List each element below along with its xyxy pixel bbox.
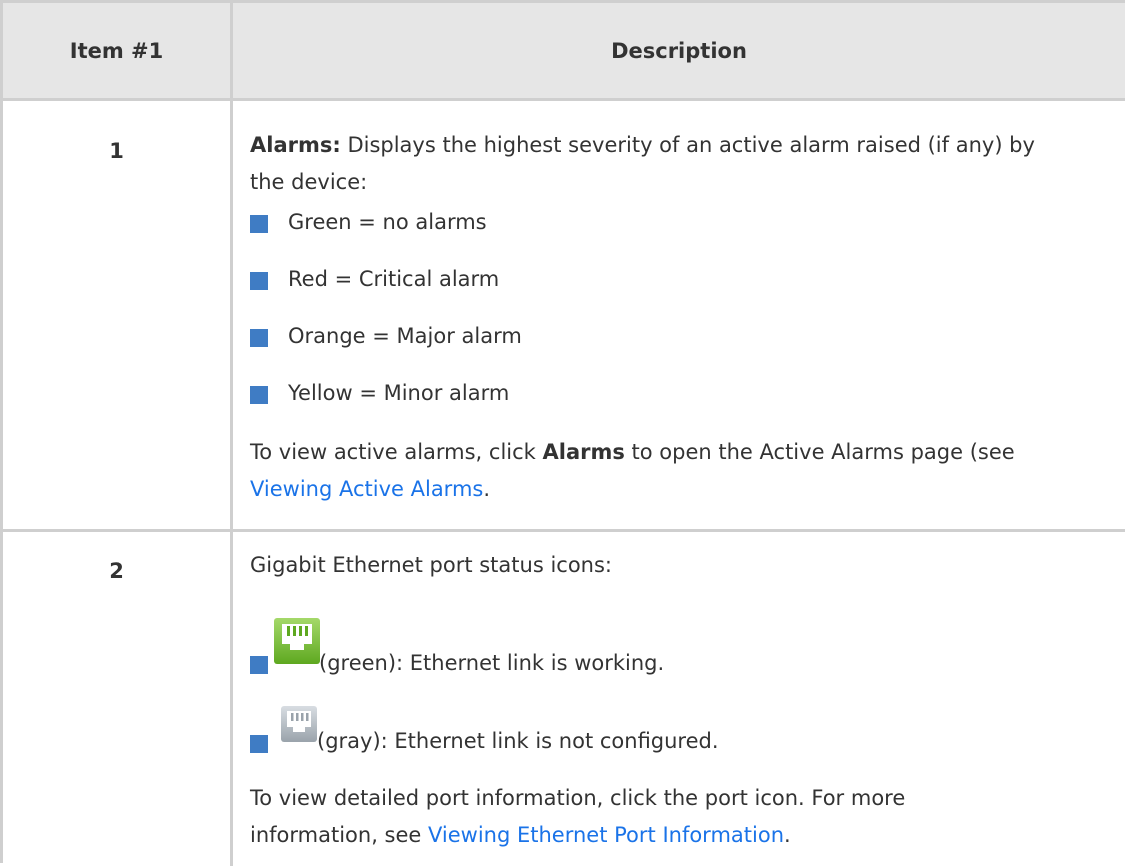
header-item-number: Item #1 (69, 38, 164, 63)
ethernet-port-gray-icon (281, 706, 317, 742)
table-header-row: Item #1 Description (3, 3, 1125, 101)
header-description: Description (611, 38, 747, 63)
ethernet-port-green-icon (274, 618, 320, 664)
viewing-ethernet-port-information-link[interactable]: Viewing Ethernet Port Information (428, 823, 784, 847)
row-1-item-number: 1 (109, 139, 124, 163)
bullet-marker (250, 735, 268, 753)
bullet-green-alarm: Green = no alarms (288, 210, 487, 234)
row-2-item-number: 2 (109, 559, 124, 583)
row-1-outro: To view active alarms, click Alarms to o… (250, 434, 1015, 471)
column-divider (230, 3, 233, 866)
period: . (784, 823, 791, 847)
row-2-outro: To view detailed port information, click… (250, 786, 906, 810)
viewing-active-alarms-link[interactable]: Viewing Active Alarms (250, 477, 483, 501)
row-1-outro-text: To view active alarms, click (250, 440, 543, 464)
bullet-yellow-alarm: Yellow = Minor alarm (288, 381, 510, 405)
row-2-outro-text: information, see (250, 823, 429, 847)
alarms-ref: Alarms (542, 440, 625, 464)
port-green-description: (green): Ethernet link is working. (319, 651, 665, 675)
row-1-intro: Alarms: Displays the highest severity of… (250, 127, 1035, 164)
row-1-outro-cont: Viewing Active Alarms. (250, 471, 490, 508)
row-divider (3, 529, 1125, 532)
bullet-red-alarm: Red = Critical alarm (288, 267, 500, 291)
bullet-orange-alarm: Orange = Major alarm (288, 324, 522, 348)
row-1-outro-text-2: to open the Active Alarms page (see (624, 440, 1015, 464)
description-table: Item #1 Description 1 Alarms: Displays t… (0, 0, 1125, 866)
row-1-intro-text: Displays the highest severity of an acti… (340, 133, 1035, 157)
port-gray-description: (gray): Ethernet link is not configured. (317, 729, 719, 753)
alarms-label: Alarms: (250, 133, 341, 157)
bullet-marker (250, 215, 268, 233)
period: . (483, 477, 491, 501)
bullet-marker (250, 272, 268, 290)
row-2-intro: Gigabit Ethernet port status icons: (250, 553, 612, 577)
row-2-outro-cont: information, see Viewing Ethernet Port I… (250, 817, 791, 854)
bullet-marker (250, 656, 268, 674)
bullet-marker (250, 329, 268, 347)
row-1-intro-cont: the device: (250, 170, 368, 194)
bullet-marker (250, 386, 268, 404)
